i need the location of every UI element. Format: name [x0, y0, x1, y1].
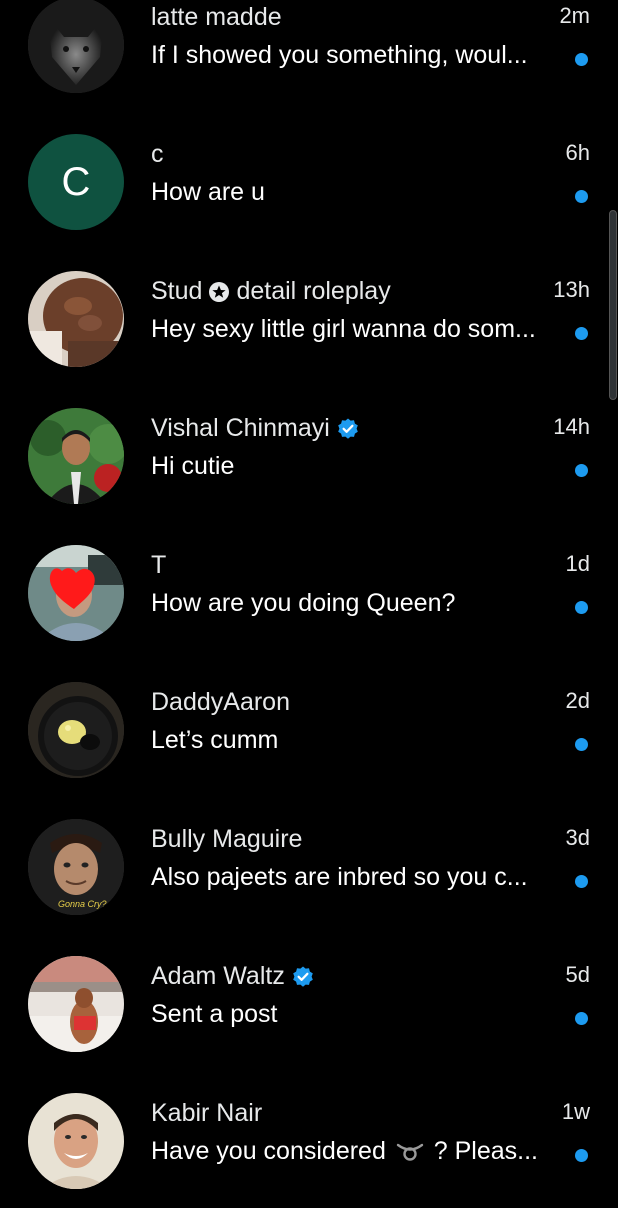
initial-avatar[interactable]: C — [28, 134, 124, 230]
conversation-row[interactable]: Gonna Cry? Bully Maguire 3d Also pajeets… — [0, 797, 618, 934]
conversation-name: DaddyAaron — [151, 688, 290, 717]
message-preview: How are u — [151, 178, 265, 206]
message-preview: Let’s cumm — [151, 726, 279, 754]
conversation-name: Stud detail roleplay — [151, 277, 391, 306]
unread-indicator — [575, 327, 588, 340]
conversation-name: T — [151, 551, 166, 580]
conversation-name: Bully Maguire — [151, 825, 302, 854]
smiling-man-avatar[interactable] — [28, 1093, 124, 1189]
unread-indicator — [575, 875, 588, 888]
name-text: Adam Waltz — [151, 962, 285, 990]
timestamp: 6h — [565, 140, 590, 165]
message-preview: Sent a post — [151, 1000, 278, 1028]
avatar-caption: Gonna Cry? — [58, 899, 107, 909]
conversation-row[interactable]: C c 6h How are u — [0, 112, 618, 249]
message-preview: Hi cutie — [151, 452, 235, 480]
conversation-name: Vishal Chinmayi — [151, 414, 360, 443]
avatar-initial: C — [61, 159, 91, 204]
conversation-name: latte madde — [151, 3, 282, 32]
face-censored-avatar[interactable] — [28, 545, 124, 641]
timestamp: 2d — [565, 688, 590, 713]
unread-indicator — [575, 464, 588, 477]
conversation-row[interactable]: Adam Waltz 5d Sent a post — [0, 934, 618, 1071]
conversation-row[interactable]: Stud detail roleplay 13h Hey sexy little… — [0, 249, 618, 386]
conversation-row[interactable]: Vishal Chinmayi 14h Hi cutie — [0, 386, 618, 523]
unread-indicator — [575, 190, 588, 203]
timestamp: 14h — [553, 414, 590, 439]
preview-text: ? Pleas... — [433, 1137, 539, 1165]
message-preview: If I showed you something, woul... — [151, 41, 528, 69]
unread-indicator — [575, 1149, 588, 1162]
conversation-row[interactable]: T 1d How are you doing Queen? — [0, 523, 618, 660]
conversation-row[interactable]: DaddyAaron 2d Let’s cumm — [0, 660, 618, 797]
timestamp: 13h — [553, 277, 590, 302]
preview-text: Have you considered — [151, 1137, 386, 1165]
conversation-list: latte madde 2m If I showed you something… — [0, 0, 618, 1208]
name-text: Stud — [151, 277, 203, 305]
message-preview: Have you considered ? Pleas... — [151, 1137, 538, 1166]
unread-indicator — [575, 53, 588, 66]
torso-photo-avatar[interactable] — [28, 271, 124, 367]
name-text: Vishal Chinmayi — [151, 414, 330, 442]
conversation-name: Adam Waltz — [151, 962, 315, 991]
name-text: c — [151, 140, 164, 168]
conversation-name: c — [151, 140, 164, 169]
timestamp: 5d — [565, 962, 590, 987]
wolf-avatar[interactable] — [28, 0, 124, 93]
name-text: DaddyAaron — [151, 688, 290, 716]
name-text: detail roleplay — [236, 277, 391, 305]
name-text: Bully Maguire — [151, 825, 303, 853]
name-text: Kabir Nair — [151, 1099, 263, 1127]
verified-badge-icon — [337, 418, 358, 439]
message-preview: Hey sexy little girl wanna do som... — [151, 315, 536, 343]
unread-indicator — [575, 1012, 588, 1025]
conversation-name: Kabir Nair — [151, 1099, 262, 1128]
verified-badge-icon — [293, 966, 313, 987]
pool-photo-avatar[interactable] — [28, 956, 124, 1052]
timestamp: 1w — [561, 1099, 590, 1124]
scrollbar[interactable] — [609, 210, 617, 400]
timestamp: 2m — [559, 3, 590, 28]
ouroboros-symbol-icon — [396, 1143, 424, 1161]
message-preview: Also pajeets are inbred so you c... — [151, 863, 528, 891]
conversation-row[interactable]: latte madde 2m If I showed you something… — [0, 0, 618, 112]
conversation-row[interactable]: Kabir Nair 1w Have you considered ? Plea… — [0, 1071, 618, 1208]
man-in-suit-avatar[interactable] — [28, 408, 124, 504]
star-circle-icon — [209, 281, 230, 302]
name-text: T — [151, 551, 167, 579]
meme-face-avatar[interactable]: Gonna Cry? — [28, 819, 124, 915]
timestamp: 3d — [565, 825, 590, 850]
unread-indicator — [575, 601, 588, 614]
pan-food-avatar[interactable] — [28, 682, 124, 778]
unread-indicator — [575, 738, 588, 751]
timestamp: 1d — [565, 551, 590, 576]
message-preview: How are you doing Queen? — [151, 589, 456, 617]
name-text: latte madde — [151, 3, 282, 31]
